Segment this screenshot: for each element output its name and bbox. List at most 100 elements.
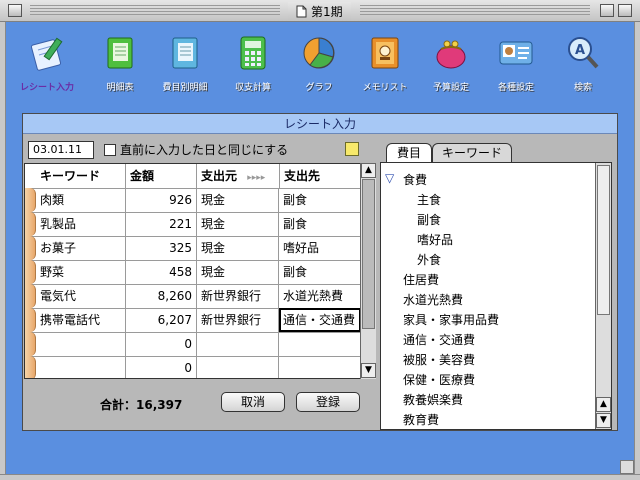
- column-header-destination[interactable]: 支出先: [279, 164, 361, 188]
- category-item[interactable]: 教養娯楽費: [403, 391, 463, 408]
- tool-receipt-input[interactable]: レシート入力: [12, 34, 82, 96]
- destination-cell[interactable]: [279, 332, 361, 356]
- tool-memo-list[interactable]: メモリスト: [350, 34, 420, 96]
- destination-cell[interactable]: 副食: [279, 212, 361, 236]
- category-item[interactable]: 保健・医療費: [403, 371, 475, 388]
- amount-cell[interactable]: 0: [126, 356, 197, 378]
- category-scroll-thumb[interactable]: [597, 165, 610, 315]
- table-row[interactable]: 携帯電話代 6,207 新世界銀行 通信・交通費: [25, 308, 361, 333]
- column-header-source[interactable]: 支出元 ▸▸▸▸: [197, 164, 279, 188]
- category-item[interactable]: 住居費: [403, 271, 439, 288]
- table-row[interactable]: 肉類 926 現金 副食: [25, 188, 361, 213]
- source-cell[interactable]: 現金: [197, 260, 279, 284]
- same-date-checkbox[interactable]: [104, 144, 116, 156]
- row-tab-marker[interactable]: [25, 332, 36, 356]
- keyword-cell[interactable]: [36, 356, 126, 378]
- table-scroll-up-icon[interactable]: ▲: [361, 163, 376, 178]
- keyword-cell[interactable]: 携帯電話代: [36, 308, 126, 332]
- register-button[interactable]: 登録: [296, 392, 360, 412]
- resize-handle[interactable]: [620, 460, 634, 474]
- row-tab-marker[interactable]: [25, 308, 36, 332]
- table-row[interactable]: 0: [25, 356, 361, 378]
- row-tab-marker[interactable]: [25, 188, 36, 212]
- direction-arrows: ▸▸▸▸: [247, 173, 266, 183]
- tool-balance-calc[interactable]: 収支計算: [218, 34, 288, 96]
- date-input[interactable]: 03.01.11: [28, 141, 94, 159]
- destination-cell[interactable]: 水道光熱費: [279, 284, 361, 308]
- destination-cell[interactable]: 嗜好品: [279, 236, 361, 260]
- table-row[interactable]: お菓子 325 現金 嗜好品: [25, 236, 361, 261]
- category-item[interactable]: ▽ 食費: [385, 171, 427, 188]
- pie-chart-icon: [300, 34, 338, 72]
- category-item[interactable]: 外食: [417, 251, 441, 268]
- category-scroll-down-icon[interactable]: ▼: [596, 413, 611, 428]
- tool-graph[interactable]: グラフ: [284, 34, 354, 96]
- column-header-keyword[interactable]: キーワード: [36, 164, 126, 188]
- category-label: 教育費: [403, 413, 440, 427]
- title-bar[interactable]: 第1期: [0, 0, 640, 22]
- table-scroll-thumb[interactable]: [362, 179, 375, 329]
- source-cell[interactable]: 現金: [197, 236, 279, 260]
- row-tab-marker[interactable]: [25, 212, 36, 236]
- row-tab-marker[interactable]: [25, 284, 36, 308]
- window-frame-bottom: [0, 474, 640, 480]
- tool-general-settings[interactable]: 各種設定: [481, 34, 551, 96]
- tool-label: 検索: [573, 83, 592, 93]
- source-cell[interactable]: 新世界銀行: [197, 308, 279, 332]
- source-cell[interactable]: 新世界銀行: [197, 284, 279, 308]
- table-row[interactable]: 乳製品 221 現金 副食: [25, 212, 361, 237]
- memo-note-icon[interactable]: [345, 142, 359, 156]
- row-tab-marker[interactable]: [25, 260, 36, 284]
- keyword-cell[interactable]: お菓子: [36, 236, 126, 260]
- keyword-cell[interactable]: 野菜: [36, 260, 126, 284]
- tab-keyword[interactable]: キーワード: [432, 143, 512, 164]
- amount-cell[interactable]: 6,207: [126, 308, 197, 332]
- column-header-amount[interactable]: 金額: [126, 164, 197, 188]
- tool-search[interactable]: A 検索: [548, 34, 618, 96]
- tab-category[interactable]: 費目: [386, 143, 432, 164]
- disclosure-triangle-icon[interactable]: ▽: [385, 171, 394, 185]
- tool-category-detail[interactable]: 費目別明細: [150, 34, 220, 96]
- category-item[interactable]: 家具・家事用品費: [403, 311, 499, 328]
- source-cell[interactable]: [197, 356, 279, 378]
- collapse-box[interactable]: [618, 4, 632, 17]
- category-scroll-up-icon[interactable]: ▲: [596, 397, 611, 412]
- table-scrollbar[interactable]: ▲ ▼: [360, 163, 376, 379]
- table-row[interactable]: 電気代 8,260 新世界銀行 水道光熱費: [25, 284, 361, 309]
- source-cell[interactable]: 現金: [197, 188, 279, 212]
- category-item[interactable]: 水道光熱費: [403, 291, 463, 308]
- zoom-box[interactable]: [600, 4, 614, 17]
- table-scroll-down-icon[interactable]: ▼: [361, 363, 376, 378]
- destination-cell[interactable]: 副食: [279, 260, 361, 284]
- amount-cell[interactable]: 926: [126, 188, 197, 212]
- amount-cell[interactable]: 0: [126, 332, 197, 356]
- keyword-cell[interactable]: 肉類: [36, 188, 126, 212]
- category-item[interactable]: 副食: [417, 211, 441, 228]
- tool-budget-settings[interactable]: 予算設定: [416, 34, 486, 96]
- category-item[interactable]: 主食: [417, 191, 441, 208]
- amount-cell[interactable]: 458: [126, 260, 197, 284]
- keyword-cell[interactable]: 乳製品: [36, 212, 126, 236]
- tool-detail-list[interactable]: 明細表: [85, 34, 155, 96]
- amount-cell[interactable]: 325: [126, 236, 197, 260]
- row-tab-marker[interactable]: [25, 236, 36, 260]
- keyword-cell[interactable]: 電気代: [36, 284, 126, 308]
- table-row[interactable]: 野菜 458 現金 副食: [25, 260, 361, 285]
- source-cell[interactable]: [197, 332, 279, 356]
- category-scrollbar[interactable]: ▲ ▼: [595, 163, 611, 429]
- row-tab-marker[interactable]: [25, 356, 36, 378]
- destination-cell[interactable]: [279, 356, 361, 378]
- keyword-cell[interactable]: [36, 332, 126, 356]
- close-box[interactable]: [8, 4, 22, 17]
- category-item[interactable]: 嗜好品: [417, 231, 453, 248]
- table-row[interactable]: 0: [25, 332, 361, 357]
- category-item[interactable]: 教育費: [403, 411, 439, 428]
- cancel-button[interactable]: 取消: [221, 392, 285, 412]
- destination-cell[interactable]: 通信・交通費: [279, 308, 361, 332]
- amount-cell[interactable]: 8,260: [126, 284, 197, 308]
- source-cell[interactable]: 現金: [197, 212, 279, 236]
- category-item[interactable]: 被服・美容費: [403, 351, 475, 368]
- amount-cell[interactable]: 221: [126, 212, 197, 236]
- destination-cell[interactable]: 副食: [279, 188, 361, 212]
- category-item[interactable]: 通信・交通費: [403, 331, 475, 348]
